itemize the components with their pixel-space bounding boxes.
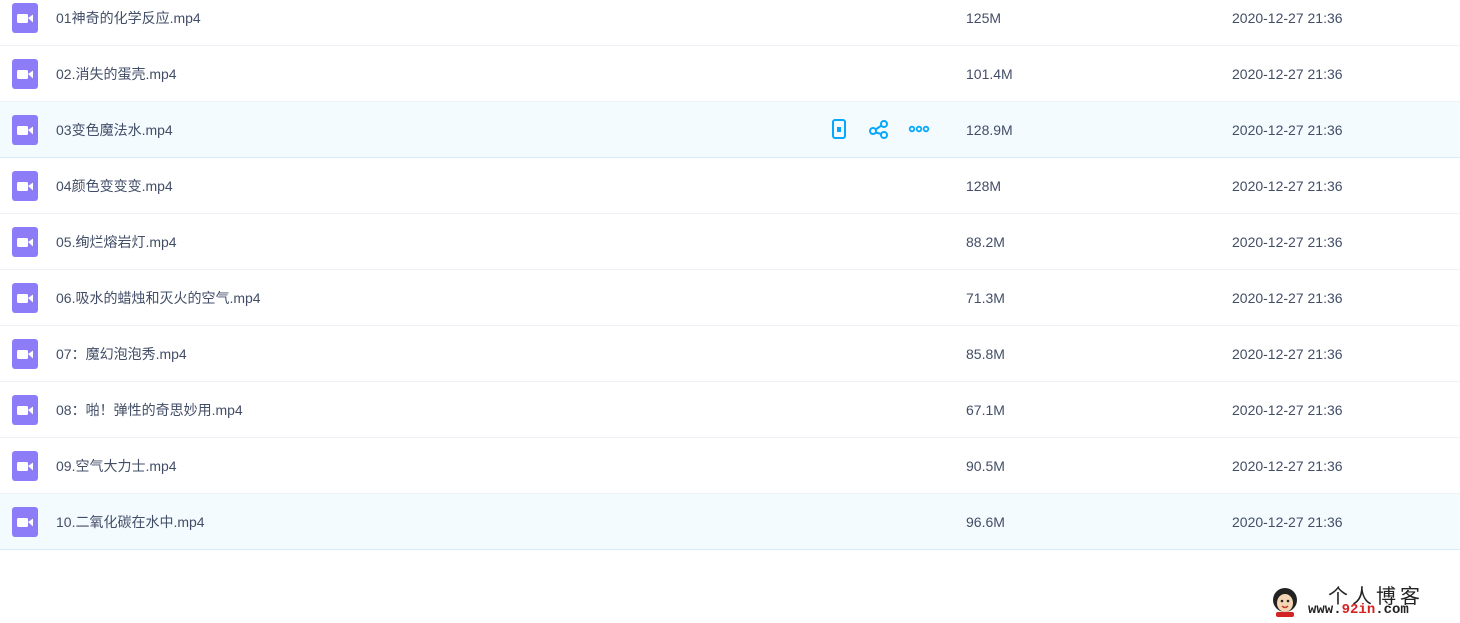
file-name[interactable]: 09.空气大力士.mp4 xyxy=(56,456,177,476)
file-name[interactable]: 10.二氧化碳在水中.mp4 xyxy=(56,512,205,532)
video-file-icon xyxy=(12,171,38,201)
file-name[interactable]: 01神奇的化学反应.mp4 xyxy=(56,8,201,28)
file-name[interactable]: 08：啪！弹性的奇思妙用.mp4 xyxy=(56,400,243,420)
file-size: 128.9M xyxy=(966,121,1013,138)
file-row[interactable]: 05.绚烂熔岩灯.mp4 88.2M 2020-12-27 21:36 xyxy=(0,214,1460,270)
video-file-icon xyxy=(12,339,38,369)
file-row[interactable]: 08：啪！弹性的奇思妙用.mp4 67.1M 2020-12-27 21:36 xyxy=(0,382,1460,438)
file-date: 2020-12-27 21:36 xyxy=(1232,457,1343,474)
file-size: 67.1M xyxy=(966,401,1005,418)
file-date: 2020-12-27 21:36 xyxy=(1232,345,1343,362)
video-file-icon xyxy=(12,115,38,145)
watermark-url: www.92in.com xyxy=(1308,602,1409,618)
file-row[interactable]: 06.吸水的蜡烛和灭火的空气.mp4 71.3M 2020-12-27 21:3… xyxy=(0,270,1460,326)
video-file-icon xyxy=(12,227,38,257)
file-size: 85.8M xyxy=(966,345,1005,362)
file-date: 2020-12-27 21:36 xyxy=(1232,65,1343,82)
video-file-icon xyxy=(12,395,38,425)
video-file-icon xyxy=(12,59,38,89)
file-row[interactable]: 04颜色变变变.mp4 128M 2020-12-27 21:36 xyxy=(0,158,1460,214)
file-row-selected[interactable]: 10.二氧化碳在水中.mp4 96.6M 2020-12-27 21:36 xyxy=(0,494,1460,550)
file-name[interactable]: 05.绚烂熔岩灯.mp4 xyxy=(56,232,177,252)
file-row[interactable]: 01神奇的化学反应.mp4 125M 2020-12-27 21:36 xyxy=(0,0,1460,46)
file-name[interactable]: 02.消失的蛋壳.mp4 xyxy=(56,64,177,84)
file-date: 2020-12-27 21:36 xyxy=(1232,9,1343,26)
video-file-icon xyxy=(12,507,38,537)
file-name[interactable]: 04颜色变变变.mp4 xyxy=(56,176,173,196)
file-row[interactable]: 07：魔幻泡泡秀.mp4 85.8M 2020-12-27 21:36 xyxy=(0,326,1460,382)
blog-watermark: 个人博客 www.92in.com xyxy=(1268,580,1460,623)
watermark-url-prefix: www. xyxy=(1308,602,1342,618)
mascot-logo-icon xyxy=(1273,588,1297,617)
file-size: 128M xyxy=(966,177,1002,194)
file-size: 125M xyxy=(966,9,1002,26)
file-size: 90.5M xyxy=(966,457,1005,474)
file-size: 88.2M xyxy=(966,233,1005,250)
file-date: 2020-12-27 21:36 xyxy=(1232,177,1343,194)
file-date: 2020-12-27 21:36 xyxy=(1232,401,1343,418)
video-file-icon xyxy=(12,3,38,33)
watermark-url-suffix: .com xyxy=(1375,602,1409,618)
file-row[interactable]: 09.空气大力士.mp4 90.5M 2020-12-27 21:36 xyxy=(0,438,1460,494)
file-date: 2020-12-27 21:36 xyxy=(1232,121,1343,138)
file-name[interactable]: 06.吸水的蜡烛和灭火的空气.mp4 xyxy=(56,288,261,308)
file-row[interactable]: 02.消失的蛋壳.mp4 101.4M 2020-12-27 21:36 xyxy=(0,46,1460,102)
video-file-icon xyxy=(12,283,38,313)
file-name[interactable]: 03变色魔法水.mp4 xyxy=(56,120,173,140)
file-date: 2020-12-27 21:36 xyxy=(1232,233,1343,250)
file-date: 2020-12-27 21:36 xyxy=(1232,513,1343,530)
share-icon[interactable] xyxy=(868,118,890,140)
video-file-icon xyxy=(12,451,38,481)
file-row-hover[interactable]: 03变色魔法水.mp4 128.9M 2020-12-27 21:36 xyxy=(0,102,1460,158)
phone-icon[interactable] xyxy=(828,118,850,140)
watermark-url-accent: 92in xyxy=(1341,602,1376,618)
file-size: 71.3M xyxy=(966,289,1005,306)
more-icon[interactable] xyxy=(908,118,930,140)
file-list: 01神奇的化学反应.mp4 125M 2020-12-27 21:36 02.消… xyxy=(0,0,1460,550)
file-size: 96.6M xyxy=(966,513,1005,530)
file-name[interactable]: 07：魔幻泡泡秀.mp4 xyxy=(56,344,187,364)
row-actions xyxy=(828,118,930,140)
file-size: 101.4M xyxy=(966,65,1013,82)
file-date: 2020-12-27 21:36 xyxy=(1232,289,1343,306)
